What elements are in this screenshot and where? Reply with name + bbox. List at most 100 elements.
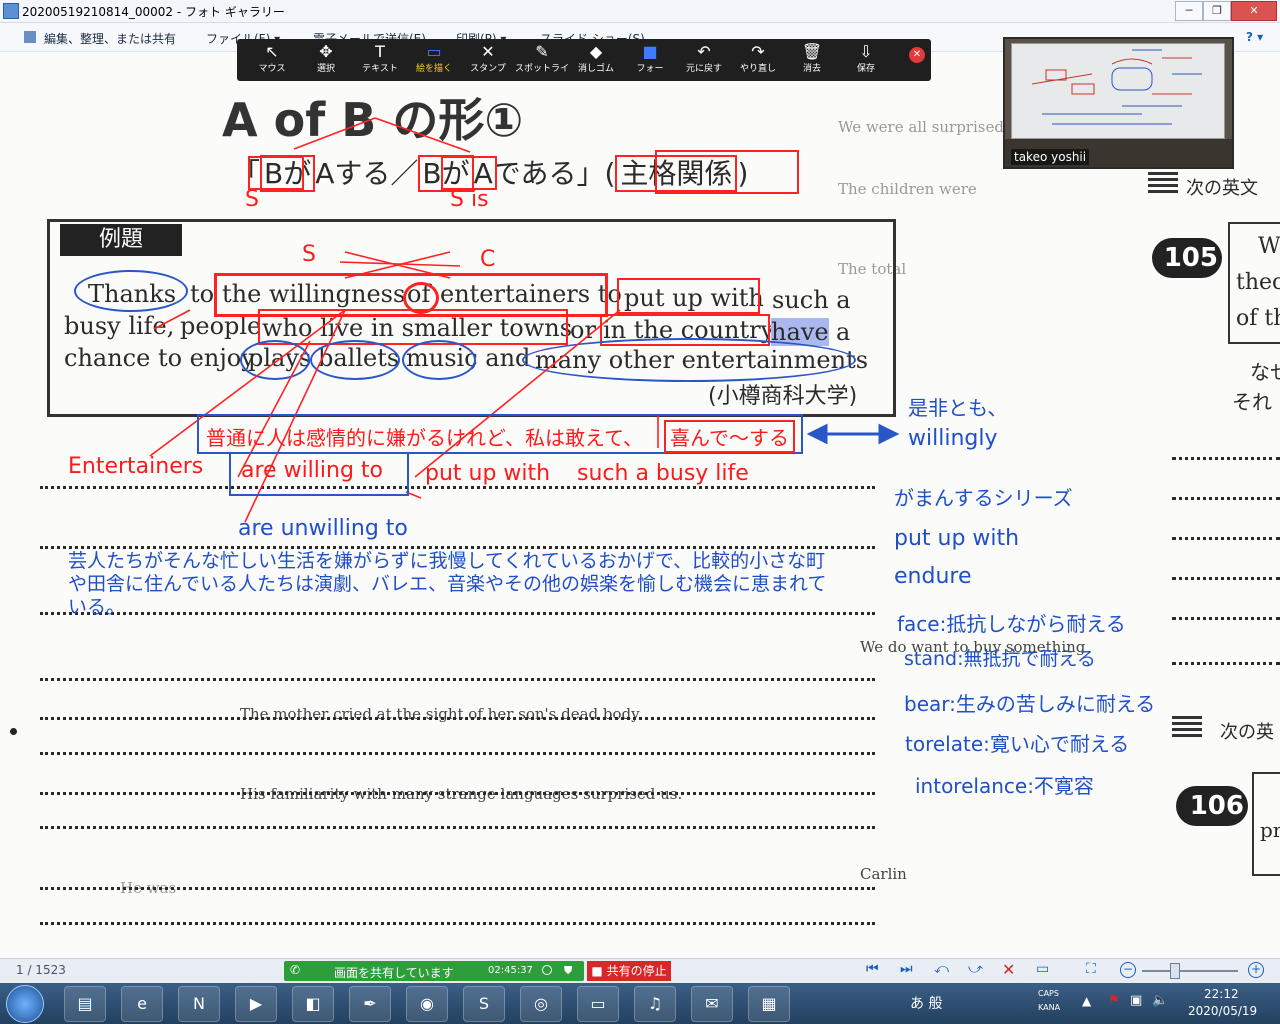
participant-video[interactable]: takeo yoshii — [1003, 37, 1234, 169]
tray-arrow-icon[interactable]: ▲ — [1082, 994, 1091, 1008]
feather-icon[interactable]: ✒ — [349, 986, 391, 1022]
flag-icon[interactable]: ⚑ — [1108, 993, 1120, 1008]
maximize-button[interactable]: ❐ — [1203, 1, 1231, 21]
ime-indicator[interactable]: あ 般 — [910, 993, 942, 1013]
right-word: theo — [1236, 270, 1280, 295]
annot-jp-translation: 芸人たちがそんな忙しい生活を嫌がらずに我慢してくれているおかげで、比較的小さな町… — [68, 550, 827, 618]
stop-share-button[interactable]: ■ 共有の停止 — [587, 961, 671, 981]
clock-date: 2020/05/19 — [1188, 1004, 1258, 1018]
network-icon[interactable]: ▣ — [1130, 993, 1142, 1008]
undo-tool-button[interactable]: ↶ 元に戻す — [677, 39, 731, 81]
annot-putup: put up with — [894, 526, 1020, 551]
tool-label: スポットライ — [515, 64, 570, 74]
start-button[interactable] — [6, 985, 44, 1023]
tool-label: フォー — [636, 64, 664, 74]
tool-label: 絵を描く — [415, 64, 452, 74]
right-word: W — [1258, 234, 1280, 259]
right-heading: 次の英文 — [1186, 178, 1258, 199]
color-tool-button[interactable]: ■ フォー — [623, 39, 677, 81]
emu-icon[interactable]: ▭ — [577, 986, 619, 1022]
menu-organize[interactable]: 編集、整理、または共有 — [44, 30, 176, 47]
annot-put-up-with: put up with — [425, 461, 551, 486]
music-icon[interactable]: ♫ — [634, 986, 676, 1022]
right-word: それ — [1232, 390, 1272, 414]
spotlight-icon: ✎ — [535, 42, 549, 61]
annot-willingly: willingly — [908, 426, 998, 451]
mail-icon[interactable]: ✉ — [691, 986, 733, 1022]
zoom-icon[interactable]: ◉ — [406, 986, 448, 1022]
tool-label: 元に戻す — [685, 64, 722, 74]
text-tool-button[interactable]: T テキスト — [353, 39, 407, 81]
annot-entertainers: Entertainers — [68, 454, 204, 479]
stamp-icon: ✕ — [481, 42, 495, 61]
rectangle-icon: ▭ — [426, 42, 442, 61]
zoom-in-button[interactable]: + — [1248, 962, 1264, 978]
onenote-icon[interactable]: N — [178, 986, 220, 1022]
fit-window-icon[interactable]: ⛶ — [1086, 961, 1096, 977]
move-tool-button[interactable]: ✥ 選択 — [299, 39, 353, 81]
annot-stand: stand:無抵抗で耐える — [904, 648, 1096, 670]
skype-icon[interactable]: S — [463, 986, 505, 1022]
close-button[interactable]: ✕ — [1231, 1, 1277, 21]
trash-icon: 🗑 — [801, 42, 823, 61]
right-word: pr — [1260, 818, 1280, 842]
rotate-left-icon[interactable]: ⤺ — [934, 961, 949, 977]
rectangle-tool-button[interactable]: ▭ 絵を描く — [407, 39, 461, 81]
network-icon[interactable]: ▦ — [748, 986, 790, 1022]
zoom-slider-thumb[interactable] — [1170, 963, 1180, 979]
trash-tool-button[interactable]: 🗑 消去 — [785, 39, 839, 81]
media-icon[interactable]: ▶ — [235, 986, 277, 1022]
share-status-text: 画面を共有しています — [334, 966, 454, 980]
save-icon: ⇩ — [859, 42, 873, 61]
tool-label: やり直し — [739, 64, 776, 74]
stamp-tool-button[interactable]: ✕ スタンプ — [461, 39, 515, 81]
tool-label: 消しゴム — [577, 64, 614, 74]
save-tool-button[interactable]: ⇩ 保存 — [839, 39, 893, 81]
chrome-icon[interactable]: ◎ — [520, 986, 562, 1022]
next-page-icon[interactable]: ⏭ — [900, 961, 913, 977]
taskbar: あ 般 CAPS KANA ▲ ⚑ ▣ 🔈 22:12 2020/05/19 ▤… — [0, 983, 1280, 1024]
minimize-button[interactable]: ─ — [1175, 1, 1203, 21]
eraser-icon: ◆ — [589, 42, 603, 61]
first-page-icon[interactable]: ⏮ — [866, 961, 879, 977]
move-icon: ✥ — [319, 42, 333, 61]
help-button[interactable]: ? ▾ — [1246, 30, 1263, 44]
office-icon[interactable]: ◧ — [292, 986, 334, 1022]
right-word: of th — [1236, 306, 1280, 331]
shield-icon: ⛊ — [564, 964, 573, 977]
slideshow-icon[interactable]: ▭ — [1036, 961, 1049, 977]
window-title: 20200519210814_00002 - フォト ギャラリー — [22, 5, 285, 19]
annot-gaman: がまんするシリーズ — [894, 486, 1073, 510]
cursor-tool-button[interactable]: ↖ マウス — [245, 39, 299, 81]
title-bar: 20200519210814_00002 - フォト ギャラリー ─ ❐ ✕ — [0, 0, 1280, 23]
clock-time: 22:12 — [1204, 987, 1239, 1001]
share-status-bar: ✆ 画面を共有しています 02:45:37 ⛊ — [284, 961, 584, 981]
page-counter: 1 / 1523 — [16, 963, 66, 977]
tool-label: スタンプ — [470, 64, 506, 74]
right-heading: 次の英 — [1220, 722, 1274, 743]
redo-tool-button[interactable]: ↷ やり直し — [731, 39, 785, 81]
caps-indicator: CAPS — [1038, 989, 1059, 998]
edge-icon[interactable]: e — [121, 986, 163, 1022]
arrow-marker — [1172, 716, 1202, 738]
tool-label: テキスト — [362, 64, 398, 74]
rotate-right-icon[interactable]: ⤻ — [968, 961, 983, 977]
tool-label: マウス — [258, 64, 286, 74]
folder-icon[interactable]: ▤ — [64, 986, 106, 1022]
zoom-out-button[interactable]: − — [1120, 962, 1136, 978]
zoom-slider[interactable] — [1142, 970, 1238, 972]
close-toolbar-button[interactable]: ✕ — [909, 47, 925, 63]
delete-icon[interactable]: ✕ — [1002, 960, 1015, 979]
photo-gallery-app-icon — [3, 3, 19, 19]
eraser-tool-button[interactable]: ◆ 消しゴム — [569, 39, 623, 81]
whiteboard — [1011, 43, 1225, 139]
zoom-annotation-toolbar: ↖ マウス ✥ 選択 T テキスト ▭ 絵を描く ✕ スタンプ ✎ スポットライ ◆ 消しゴム ■ フォー ↶ 元… — [237, 39, 931, 81]
annot-translation: 普通に人は感情的に嫌がるけれど、私は敢えて、 — [206, 426, 643, 450]
arrow-marker — [1148, 172, 1178, 194]
annot-intolerance: intorelance:不寛容 — [915, 774, 1094, 798]
volume-icon[interactable]: 🔈 — [1152, 993, 1168, 1008]
spotlight-tool-button[interactable]: ✎ スポットライ — [515, 39, 569, 81]
tool-label: 選択 — [316, 64, 335, 74]
redo-icon: ↷ — [751, 42, 765, 61]
annot-tolerate: torelate:寛い心で耐える — [905, 732, 1130, 756]
